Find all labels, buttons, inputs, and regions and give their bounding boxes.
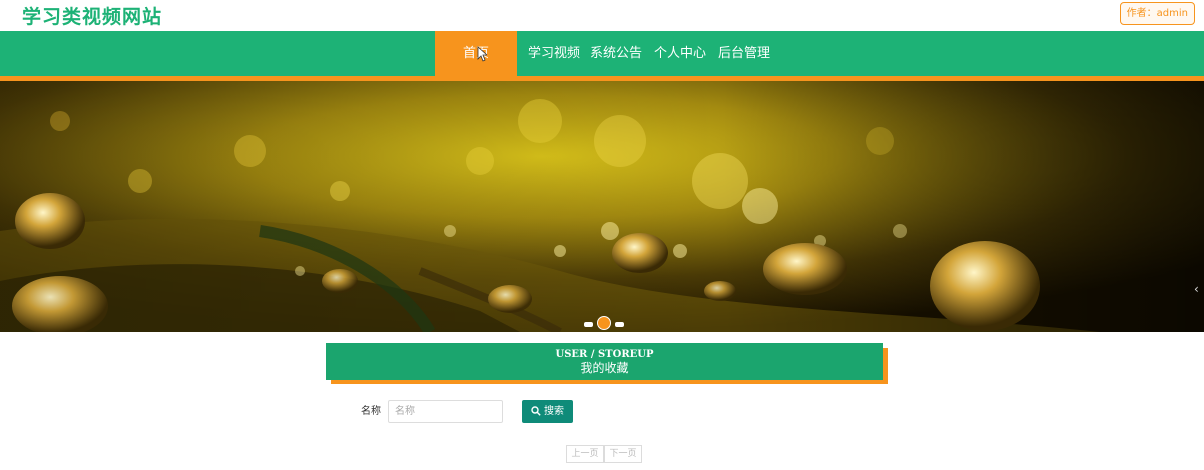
banner-pagination — [584, 316, 626, 330]
nav-item-user-center[interactable]: 个人中心 — [654, 31, 706, 76]
search-label: 名称 — [361, 406, 381, 417]
chevron-left-icon[interactable]: ‹ — [1194, 282, 1204, 302]
pointer-cursor-icon — [477, 46, 487, 62]
banner-dot-active[interactable] — [597, 316, 611, 330]
section-title: USER / STOREUP 我的收藏 — [326, 343, 883, 380]
banner-dot[interactable] — [615, 322, 624, 327]
nav-item-home[interactable]: 首页 — [435, 31, 517, 76]
next-page-button[interactable]: 下一页 — [604, 445, 642, 463]
nav-item-videos[interactable]: 学习视频 — [527, 31, 581, 76]
site-title: 学习类视频网站 — [22, 6, 163, 28]
hero-banner[interactable] — [0, 81, 1204, 332]
prev-page-button[interactable]: 上一页 — [566, 445, 604, 463]
search-button-label: 搜索 — [544, 406, 564, 417]
search-input[interactable] — [388, 400, 503, 423]
top-header: 学习类视频网站 作者：admin — [0, 0, 1204, 31]
banner-image — [0, 81, 1204, 332]
banner-dot[interactable] — [584, 322, 593, 327]
section-title-en: USER / STOREUP — [555, 349, 654, 360]
search-icon — [531, 406, 541, 416]
search-button[interactable]: 搜索 — [522, 400, 573, 423]
nav-item-admin[interactable]: 后台管理 — [718, 31, 770, 76]
section-title-zh: 我的收藏 — [580, 361, 629, 375]
author-badge[interactable]: 作者：admin — [1119, 2, 1195, 25]
nav-item-announcements[interactable]: 系统公告 — [590, 31, 642, 76]
